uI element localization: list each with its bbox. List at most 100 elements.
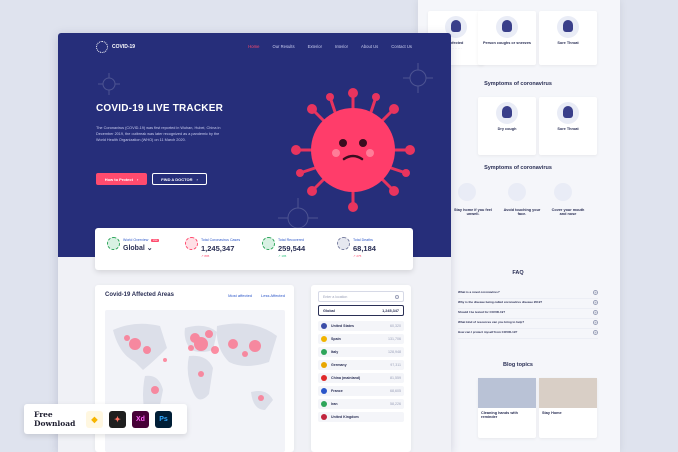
- tab-less-affected[interactable]: Less Affected: [261, 293, 285, 298]
- blog-heading: Blog topics: [503, 362, 533, 368]
- faq-item[interactable]: What is a novel coronavirus? +: [458, 290, 598, 299]
- faq-item[interactable]: How can I protect myself from COVID-19? +: [458, 330, 598, 339]
- virus-icon: [185, 237, 198, 250]
- top-card-sore-throat: Sore Throat: [539, 11, 597, 65]
- blog-title: Stay Home: [542, 411, 562, 415]
- button-label: FIND A DOCTOR: [161, 176, 193, 182]
- country-name: Spain: [331, 337, 341, 341]
- stat-value: 259,544: [278, 244, 306, 253]
- blog-card[interactable]: Stay Home: [539, 378, 597, 438]
- live-badge: Live: [151, 238, 160, 242]
- germany-flag-icon: [321, 362, 327, 368]
- card-title: Dry cough: [497, 127, 517, 131]
- hero-description: The Coronavirus (COVID-19) was first rep…: [96, 126, 221, 142]
- brand-name: COVID-19: [112, 44, 136, 50]
- stat-change: ↗ 275: [353, 254, 362, 258]
- country-row[interactable]: United Kingdom: [318, 412, 404, 422]
- country-row[interactable]: Germany 97,311: [318, 360, 404, 370]
- country-row[interactable]: Italy 128,948: [318, 347, 404, 357]
- country-list-card: Enter a location Global 1,245,347 United…: [311, 285, 411, 452]
- sketch-icon: ◆: [86, 410, 103, 428]
- stat-label: Total Deaths: [353, 238, 373, 242]
- faq-heading: FAQ: [512, 270, 524, 276]
- stay-home-illustration-icon: [458, 183, 476, 201]
- free-download-label: Free Download: [34, 410, 76, 428]
- location-search-input[interactable]: Enter a location: [318, 291, 404, 302]
- top-navigation: COVID-19 Home Our Results Exterior Inter…: [58, 41, 451, 53]
- blog-card[interactable]: Cleaning hands with reminder: [478, 378, 536, 438]
- plus-icon[interactable]: +: [593, 330, 598, 335]
- figma-icon: ✦: [109, 410, 126, 428]
- uk-flag-icon: [321, 414, 327, 420]
- stat-change: ↗ 195: [278, 254, 287, 258]
- face-illustration-icon: [508, 183, 526, 201]
- hero-section: COVID-19 Home Our Results Exterior Inter…: [58, 33, 451, 257]
- plus-icon[interactable]: +: [593, 320, 598, 325]
- country-row[interactable]: Spain 131,706: [318, 334, 404, 344]
- china-flag-icon: [321, 375, 327, 381]
- person-illustration-icon: [496, 16, 518, 38]
- stat-value: Global ⌄: [123, 245, 153, 252]
- person-illustration-icon: [557, 102, 579, 124]
- faq-item[interactable]: What kind of resources can you bring to …: [458, 320, 598, 329]
- find-a-doctor-button[interactable]: FIND A DOCTOR ›: [152, 173, 207, 185]
- faq-question: How can I protect myself from COVID-19?: [458, 330, 518, 334]
- nav-links: Home Our Results Exterior Interior About…: [248, 44, 412, 49]
- plus-icon[interactable]: +: [593, 310, 598, 315]
- country-name: Iran: [331, 402, 338, 406]
- country-row[interactable]: United States 60,320: [318, 321, 404, 331]
- country-name: China (mainland): [331, 376, 361, 380]
- search-placeholder: Enter a location: [323, 295, 348, 299]
- nav-link-home[interactable]: Home: [248, 44, 259, 49]
- country-row[interactable]: Iran 58,226: [318, 399, 404, 409]
- symptom-card-dry-cough: Dry cough: [478, 97, 536, 155]
- tab-most-affected[interactable]: Most affected: [228, 293, 252, 298]
- photoshop-icon: Ps: [155, 410, 172, 428]
- country-count: 68,605: [390, 389, 401, 393]
- symptoms-heading: Symptoms of coronavirus: [484, 81, 552, 87]
- global-label: Global: [323, 309, 335, 313]
- faq-question: Why is the disease being called coronavi…: [458, 300, 543, 304]
- free-download-badge[interactable]: Free Download ◆ ✦ Xd Ps: [24, 404, 187, 434]
- country-count: 60,320: [390, 324, 401, 328]
- how-to-protect-button[interactable]: How to Protect ›: [96, 173, 147, 185]
- faq-item[interactable]: Why is the disease being called coronavi…: [458, 300, 598, 309]
- stat-value: 1,245,347: [201, 244, 235, 253]
- global-total-row[interactable]: Global 1,245,347: [318, 305, 404, 316]
- brand-logo[interactable]: COVID-19: [96, 41, 135, 53]
- italy-flag-icon: [321, 349, 327, 355]
- blog-image: [539, 378, 597, 408]
- country-count: 97,311: [390, 363, 401, 367]
- plus-icon[interactable]: +: [593, 300, 598, 305]
- blog-title: Cleaning hands with reminder: [481, 411, 518, 419]
- faq-item[interactable]: Should I be tested for COVID-19? +: [458, 310, 598, 319]
- plus-icon[interactable]: +: [593, 290, 598, 295]
- nav-link-exterior[interactable]: Exterior: [308, 44, 322, 49]
- affected-areas-title: Covid-19 Affected Areas: [105, 292, 174, 298]
- search-icon: [395, 295, 399, 299]
- main-page: COVID-19 Home Our Results Exterior Inter…: [58, 33, 451, 452]
- spain-flag-icon: [321, 336, 327, 342]
- top-card-cough: Person coughs or sneezes: [478, 11, 536, 65]
- country-row[interactable]: France 68,605: [318, 386, 404, 396]
- virus-character-illustration: [291, 88, 415, 212]
- us-flag-icon: [321, 323, 327, 329]
- france-flag-icon: [321, 388, 327, 394]
- virus-decoration-icon: [98, 73, 120, 95]
- nav-link-our-results[interactable]: Our Results: [272, 44, 294, 49]
- country-name: Italy: [331, 350, 339, 354]
- country-name: Germany: [331, 363, 347, 367]
- global-value: 1,245,347: [382, 309, 399, 313]
- nav-link-about-us[interactable]: About Us: [361, 44, 378, 49]
- country-row[interactable]: China (mainland) 81,559: [318, 373, 404, 383]
- faq-question: What is a novel coronavirus?: [458, 290, 500, 294]
- nav-link-interior[interactable]: Interior: [335, 44, 348, 49]
- chevron-right-icon: ›: [136, 176, 139, 182]
- chevron-down-icon: ⌄: [146, 245, 153, 252]
- country-count: 81,559: [390, 376, 401, 380]
- nav-link-contact-us[interactable]: Contact Us: [391, 44, 412, 49]
- prevention-item: Avoid touching your face.: [503, 208, 541, 216]
- stats-bar: World Overview Live Global ⌄ Total Corona…: [95, 228, 413, 270]
- prevention-item: Cover your mouth and nose: [551, 208, 585, 216]
- card-title: Sore Throat: [557, 127, 579, 131]
